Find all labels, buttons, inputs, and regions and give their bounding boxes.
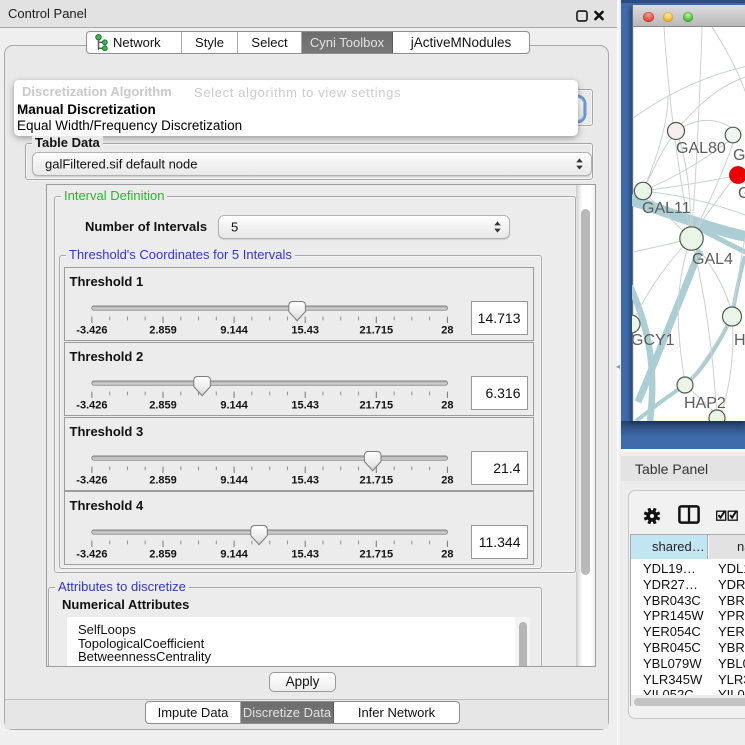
- svg-text:GA: GA: [733, 147, 745, 164]
- svg-text:H: H: [734, 332, 745, 349]
- svg-text:GAL11: GAL11: [642, 200, 691, 217]
- svg-text:HAP2: HAP2: [684, 395, 726, 412]
- svg-text:G: G: [738, 185, 745, 202]
- svg-text:GCY1: GCY1: [632, 332, 675, 349]
- svg-text:GAL80: GAL80: [676, 140, 726, 157]
- svg-text:GAL4: GAL4: [692, 251, 733, 268]
